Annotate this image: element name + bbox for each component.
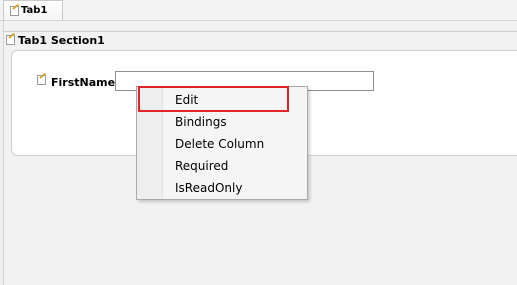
menu-item-isreadonly[interactable]: IsReadOnly: [175, 181, 242, 195]
section-header[interactable]: Tab1 Section1: [3, 31, 517, 50]
tab-strip: Tab1: [0, 0, 517, 21]
edit-document-icon[interactable]: [37, 75, 46, 85]
edit-document-icon: [6, 35, 15, 45]
menu-item-required[interactable]: Required: [175, 159, 228, 173]
firstname-label: FirstName :: [51, 76, 124, 89]
tab-tab1[interactable]: Tab1: [3, 0, 63, 20]
tab-label: Tab1: [21, 5, 48, 16]
section-title: Tab1 Section1: [18, 34, 105, 47]
highlight-box: [138, 86, 289, 112]
edit-document-icon: [10, 6, 19, 16]
menu-item-bindings[interactable]: Bindings: [175, 115, 227, 129]
menu-item-delete-column[interactable]: Delete Column: [175, 137, 264, 151]
